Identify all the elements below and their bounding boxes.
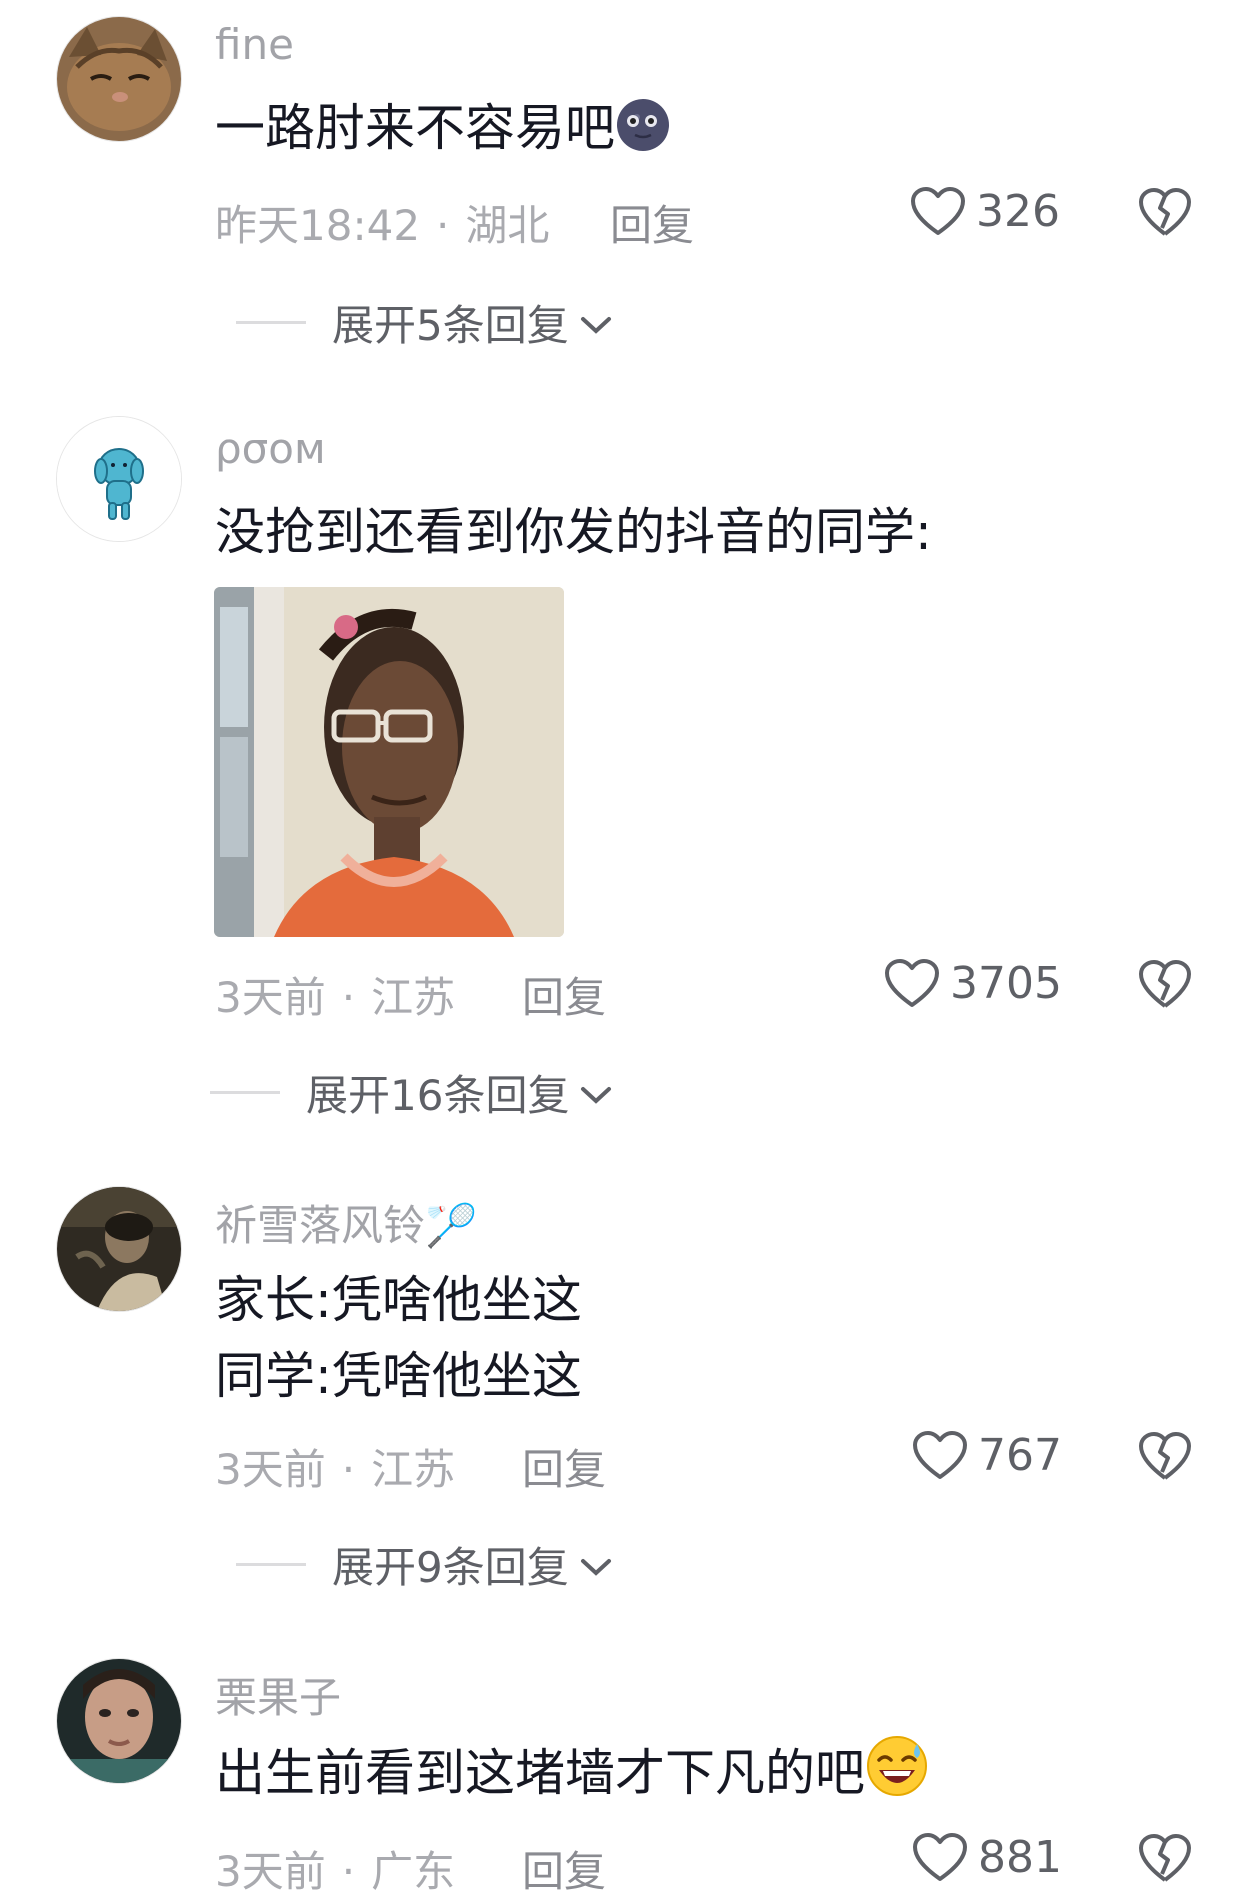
broken-heart-icon xyxy=(1138,1834,1192,1884)
blue-figure-avatar-image xyxy=(57,417,181,541)
like-count: 3705 xyxy=(950,958,1062,1009)
location: 江苏 xyxy=(371,973,456,1022)
chevron-down-icon xyxy=(569,1540,613,1589)
like-count: 326 xyxy=(976,186,1060,237)
reply-button[interactable]: 回复 xyxy=(522,1436,606,1497)
like-button[interactable]: 767 xyxy=(912,1430,1062,1481)
cat-avatar-image xyxy=(57,17,181,141)
expand-replies-button[interactable]: 展开5条回复 xyxy=(236,292,613,353)
comment-line: 同学:凭啥他坐这 xyxy=(215,1347,582,1405)
username[interactable]: ρσοм xyxy=(215,424,326,473)
timestamp: 3天前 xyxy=(215,1445,326,1494)
grinning-sweat-face-icon xyxy=(865,1734,929,1819)
heart-icon xyxy=(912,1832,968,1883)
username[interactable]: 祈雪落风铃🏸 xyxy=(215,1192,477,1253)
comment-text: 没抢到还看到你发的抖音的同学: xyxy=(215,503,932,561)
like-count: 881 xyxy=(978,1832,1062,1883)
username[interactable]: 栗果子 xyxy=(215,1664,341,1725)
location: 江苏 xyxy=(371,1445,456,1494)
separator-dot: · xyxy=(341,973,356,1022)
like-count: 767 xyxy=(978,1430,1062,1481)
comment-text: 出生前看到这堵墙才下凡的吧 xyxy=(215,1734,929,1819)
heart-icon xyxy=(910,186,966,237)
expand-replies-button[interactable]: 展开9条回复 xyxy=(236,1534,613,1595)
new-moon-face-icon xyxy=(615,97,671,174)
reply-button[interactable]: 回复 xyxy=(610,192,694,253)
comment-meta: 昨天18:42 · 湖北 xyxy=(215,192,549,253)
username[interactable]: fine xyxy=(215,20,294,69)
dislike-button[interactable] xyxy=(1138,1834,1192,1884)
chevron-down-icon xyxy=(569,298,613,347)
broken-heart-icon xyxy=(1138,188,1192,238)
broken-heart-icon xyxy=(1138,960,1192,1010)
dislike-button[interactable] xyxy=(1138,960,1192,1010)
comment-text: 家长:凭啥他坐这 同学:凭啥他坐这 xyxy=(215,1262,582,1414)
avatar[interactable] xyxy=(56,1658,182,1784)
dislike-button[interactable] xyxy=(1138,1432,1192,1482)
comment-meta: 3天前 · 江苏 xyxy=(215,1436,455,1497)
expand-label: 展开5条回复 xyxy=(332,301,569,350)
divider xyxy=(210,1091,280,1094)
location: 湖北 xyxy=(465,201,550,250)
comment-text: 一路肘来不容易吧 xyxy=(215,90,671,174)
timestamp: 3天前 xyxy=(215,973,326,1022)
like-button[interactable]: 326 xyxy=(910,186,1060,237)
comment-image[interactable] xyxy=(214,587,564,937)
comment-line: 家长:凭啥他坐这 xyxy=(215,1271,582,1329)
avatar[interactable] xyxy=(56,1186,182,1312)
heart-icon xyxy=(912,1430,968,1481)
location: 广东 xyxy=(371,1847,456,1896)
broken-heart-icon xyxy=(1138,1432,1192,1482)
reply-button[interactable]: 回复 xyxy=(522,964,606,1025)
divider xyxy=(236,1563,306,1566)
expand-replies-button[interactable]: 展开16条回复 xyxy=(210,1062,613,1123)
reply-button[interactable]: 回复 xyxy=(522,1838,606,1899)
timestamp: 昨天18:42 xyxy=(215,201,421,250)
heart-icon xyxy=(884,958,940,1009)
separator-dot: · xyxy=(341,1847,356,1896)
dislike-button[interactable] xyxy=(1138,188,1192,238)
comment-meta: 3天前 · 江苏 xyxy=(215,964,455,1025)
divider xyxy=(236,321,306,324)
expand-label: 展开9条回复 xyxy=(332,1543,569,1592)
dark-photo-avatar-image xyxy=(57,1187,181,1311)
face-avatar-image xyxy=(57,1659,181,1783)
like-button[interactable]: 3705 xyxy=(884,958,1062,1009)
like-button[interactable]: 881 xyxy=(912,1832,1062,1883)
expand-label: 展开16条回复 xyxy=(306,1071,570,1120)
chevron-down-icon xyxy=(569,1068,613,1117)
avatar[interactable] xyxy=(56,16,182,142)
separator-dot: · xyxy=(436,201,450,250)
separator-dot: · xyxy=(341,1445,356,1494)
avatar[interactable] xyxy=(56,416,182,542)
meme-photo xyxy=(214,587,564,937)
timestamp: 3天前 xyxy=(215,1847,326,1896)
comment-meta: 3天前 · 广东 xyxy=(215,1838,455,1899)
